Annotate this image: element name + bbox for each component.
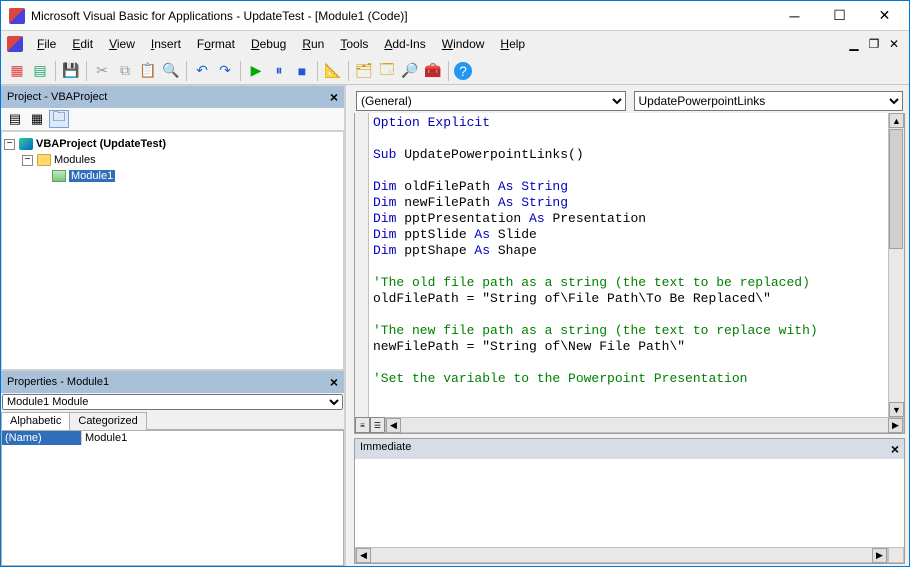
immediate-editor[interactable] — [355, 459, 904, 547]
toolbox-icon[interactable]: 🧰 — [423, 61, 443, 81]
separator — [317, 61, 318, 81]
mdi-restore-button[interactable]: ❐ — [865, 36, 883, 52]
scroll-left-icon[interactable]: ◀ — [386, 418, 401, 433]
scroll-right-icon[interactable]: ▶ — [888, 418, 903, 433]
scroll-up-icon[interactable]: ▲ — [889, 113, 904, 128]
prop-name-value[interactable]: Module1 — [82, 431, 343, 445]
separator — [348, 61, 349, 81]
scroll-right-icon[interactable]: ▶ — [872, 548, 887, 563]
break-icon[interactable]: ⏸ — [269, 61, 289, 81]
titlebar: Microsoft Visual Basic for Applications … — [1, 1, 909, 31]
copy-icon[interactable]: ⧉ — [115, 61, 135, 81]
undo-icon[interactable]: ↶ — [192, 61, 212, 81]
separator — [448, 61, 449, 81]
immediate-window: Immediate × ◀ ▶ — [354, 438, 905, 564]
menu-tools[interactable]: Tools — [332, 34, 376, 54]
folder-icon — [37, 154, 51, 166]
menu-edit[interactable]: Edit — [64, 34, 101, 54]
mdi-close-button[interactable]: ✕ — [885, 36, 903, 52]
paste-icon[interactable]: 📋 — [138, 61, 158, 81]
toolbar: ▦ ▤ 💾 ✂ ⧉ 📋 🔍 ↶ ↷ ▶ ⏸ ■ 📐 🗂 🗔 🔎 🧰 ? — [1, 57, 909, 85]
tab-alphabetic[interactable]: Alphabetic — [1, 412, 70, 430]
full-module-view-icon[interactable]: ☰ — [370, 417, 385, 433]
view-ppt-icon[interactable]: ▦ — [7, 61, 27, 81]
margin-indicator-bar — [355, 113, 369, 417]
window-title: Microsoft Visual Basic for Applications … — [31, 9, 772, 23]
object-dropdown[interactable]: (General) — [356, 91, 626, 111]
scroll-corner — [888, 547, 904, 563]
tab-categorized[interactable]: Categorized — [69, 412, 146, 430]
project-toolbar: ▤ ▦ 🗀 — [1, 108, 344, 131]
view-object-icon[interactable]: ▦ — [27, 110, 47, 128]
project-icon — [19, 138, 33, 150]
save-icon[interactable]: 💾 — [61, 61, 81, 81]
module-node[interactable]: Module1 — [69, 170, 115, 182]
vertical-scrollbar[interactable]: ▲ ▼ — [888, 113, 904, 417]
design-mode-icon[interactable]: 📐 — [323, 61, 343, 81]
menu-window[interactable]: Window — [434, 34, 493, 54]
scroll-down-icon[interactable]: ▼ — [889, 402, 904, 417]
maximize-button[interactable]: ☐ — [817, 2, 862, 30]
code-editor[interactable]: Option Explicit Sub UpdatePowerpointLink… — [369, 113, 888, 417]
module-icon — [52, 170, 66, 182]
immediate-title: Immediate — [360, 441, 411, 457]
immediate-horizontal-scrollbar[interactable]: ◀ ▶ — [355, 547, 888, 563]
menu-view[interactable]: View — [101, 34, 143, 54]
vba-icon — [7, 36, 23, 52]
properties-grid[interactable]: (Name) Module1 — [1, 430, 344, 566]
reset-icon[interactable]: ■ — [292, 61, 312, 81]
menu-format[interactable]: Format — [189, 34, 243, 54]
project-pane-close-icon[interactable]: × — [330, 89, 338, 105]
cut-icon[interactable]: ✂ — [92, 61, 112, 81]
close-button[interactable]: ✕ — [862, 2, 907, 30]
menu-run[interactable]: Run — [294, 34, 332, 54]
menu-file[interactable]: File — [29, 34, 64, 54]
insert-module-icon[interactable]: ▤ — [30, 61, 50, 81]
toggle-folders-icon[interactable]: 🗀 — [49, 110, 69, 128]
view-code-icon[interactable]: ▤ — [5, 110, 25, 128]
window-buttons: ─ ☐ ✕ — [772, 2, 907, 30]
object-browser-icon[interactable]: 🔎 — [400, 61, 420, 81]
separator — [186, 61, 187, 81]
separator — [240, 61, 241, 81]
menubar: File Edit View Insert Format Debug Run T… — [1, 31, 909, 57]
properties-pane-label: Properties - Module1 — [7, 376, 109, 388]
help-icon[interactable]: ? — [454, 62, 472, 80]
immediate-close-icon[interactable]: × — [891, 441, 899, 457]
project-tree[interactable]: −VBAProject (UpdateTest) −Modules Module… — [1, 131, 344, 370]
project-pane-title: Project - VBAProject × — [1, 85, 344, 108]
expand-icon[interactable]: − — [4, 139, 15, 150]
expand-icon[interactable]: − — [22, 155, 33, 166]
properties-object-select[interactable]: Module1 Module — [2, 394, 343, 410]
prop-name-label: (Name) — [2, 431, 82, 445]
separator — [86, 61, 87, 81]
menu-addins[interactable]: Add-Ins — [376, 34, 433, 54]
run-icon[interactable]: ▶ — [246, 61, 266, 81]
properties-pane-close-icon[interactable]: × — [330, 374, 338, 390]
properties-window-icon[interactable]: 🗔 — [377, 61, 397, 81]
project-root[interactable]: VBAProject (UpdateTest) — [36, 138, 166, 150]
modules-folder[interactable]: Modules — [54, 154, 96, 166]
redo-icon[interactable]: ↷ — [215, 61, 235, 81]
project-pane-label: Project - VBAProject — [7, 91, 107, 103]
minimize-button[interactable]: ─ — [772, 2, 817, 30]
menu-help[interactable]: Help — [492, 34, 533, 54]
procedure-view-icon[interactable]: ≡ — [355, 417, 370, 433]
procedure-dropdown[interactable]: UpdatePowerpointLinks — [634, 91, 904, 111]
menu-insert[interactable]: Insert — [143, 34, 189, 54]
properties-pane-title: Properties - Module1 × — [1, 370, 344, 393]
mdi-minimize-button[interactable]: ▁ — [845, 36, 863, 52]
scroll-thumb[interactable] — [889, 129, 903, 249]
horizontal-scrollbar[interactable]: ◀ ▶ — [385, 417, 904, 433]
menu-debug[interactable]: Debug — [243, 34, 294, 54]
scroll-left-icon[interactable]: ◀ — [356, 548, 371, 563]
separator — [55, 61, 56, 81]
app-icon — [9, 8, 25, 24]
project-explorer-icon[interactable]: 🗂 — [354, 61, 374, 81]
find-icon[interactable]: 🔍 — [161, 61, 181, 81]
